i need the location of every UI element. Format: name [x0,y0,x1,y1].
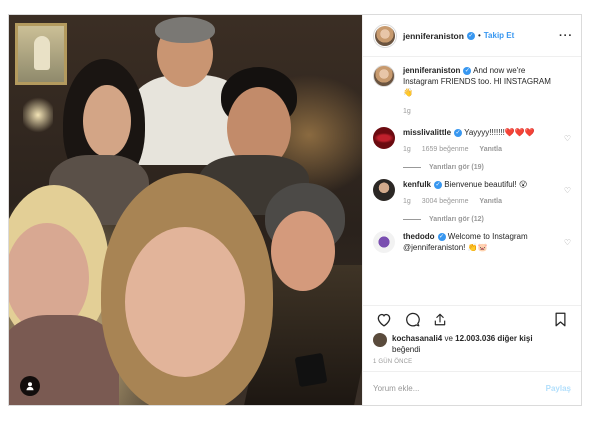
follow-button[interactable]: Takip Et [484,31,515,40]
verified-badge-icon: ✓ [434,180,443,189]
person-face [83,85,131,157]
comment-text: Bienvenue beautiful! 😮 [444,180,528,189]
author-username[interactable]: jenniferaniston [403,31,464,41]
comment-body: misslivalittle ✓ Yayyyy!!!!!!!❤️❤️❤️ 1g 1… [403,127,571,173]
like-comment-heart-icon[interactable]: ♡ [564,238,571,247]
comment-item: thedodo ✓ Welcome to Instagram @jennifera… [373,231,571,253]
action-bar [363,305,581,333]
comment-meta: 1g 3004 beğenme Yanıtla [403,196,557,207]
caption-meta: 1g [403,106,557,117]
post-container: jenniferaniston ✓ • Takip Et ··· jennife… [8,14,582,406]
comment-avatar[interactable] [373,127,395,149]
like-comment-heart-icon[interactable]: ♡ [564,134,571,143]
comment-username[interactable]: thedodo [403,232,435,241]
comment-meta: 1g 1659 beğenme Yanıtla [403,144,557,155]
reply-button[interactable]: Yanıtla [479,198,502,205]
more-options-button[interactable]: ··· [559,30,573,42]
caption-avatar[interactable] [373,65,395,87]
caption-age: 1g [403,108,411,115]
comment-item: misslivalittle ✓ Yayyyy!!!!!!!❤️❤️❤️ 1g 1… [373,127,571,173]
likes-text: kochasanali4 ve 12.003.036 diğer kişi be… [392,333,533,355]
person-face [125,227,245,377]
wall-painting [15,23,67,85]
comment-text: Yayyyy!!!!!!!❤️❤️❤️ [464,128,535,137]
comment-body: kenfulk ✓ Bienvenue beautiful! 😮 1g 3004 … [403,179,571,225]
likes-count[interactable]: 12.003.036 diğer kişi [455,334,532,343]
comment-age: 1g [403,198,411,205]
heart-icon [377,313,391,327]
likes-summary: kochasanali4 ve 12.003.036 diğer kişi be… [363,333,581,359]
author-avatar[interactable] [373,23,397,48]
verified-badge-icon: ✓ [437,232,446,241]
comment-avatar[interactable] [373,231,395,253]
comment-icon [405,312,420,327]
avatar-image [375,25,395,46]
save-button[interactable] [549,309,571,331]
like-button[interactable] [373,309,395,331]
comment-body: thedodo ✓ Welcome to Instagram @jennifera… [403,231,571,253]
post-timestamp[interactable]: 1 GÜN ÖNCE [363,359,581,371]
likes-suffix: beğendi [392,345,421,354]
liker-username[interactable]: kochasanali4 [392,334,442,343]
likes-connector: ve [444,334,453,343]
verified-badge-icon: ✓ [454,128,463,137]
comment-likes[interactable]: 1659 beğenme [422,146,469,153]
comment-avatar[interactable] [373,179,395,201]
verified-badge-icon: ✓ [463,66,472,75]
lamp-glow [23,95,53,135]
reply-button[interactable]: Yanıtla [479,146,502,153]
comment-input[interactable] [373,384,546,393]
share-button[interactable] [429,309,451,331]
share-icon [434,313,446,326]
caption: jenniferaniston ✓ And now we're Instagram… [373,65,571,117]
bookmark-icon [555,312,565,327]
verified-badge-icon: ✓ [466,31,475,40]
add-comment-bar: Paylaş [363,371,581,405]
comment-username[interactable]: misslivalittle [403,128,451,137]
tagged-users-button[interactable] [20,376,40,396]
comments-list: jenniferaniston ✓ And now we're Instagram… [363,57,581,305]
post-sidebar: jenniferaniston ✓ • Takip Et ··· jennife… [362,15,581,405]
caption-username[interactable]: jenniferaniston [403,66,460,75]
separator-dot: • [477,31,481,40]
liker-avatar[interactable] [373,333,387,347]
comment-item: kenfulk ✓ Bienvenue beautiful! 😮 1g 3004 … [373,179,571,225]
person-hair [155,17,215,43]
comment-username[interactable]: kenfulk [403,180,431,189]
post-header: jenniferaniston ✓ • Takip Et ··· [363,15,581,57]
caption-body: jenniferaniston ✓ And now we're Instagram… [403,65,571,117]
post-comment-button[interactable]: Paylaş [546,384,571,393]
view-replies-button[interactable]: Yanıtları gör (19) [403,162,557,173]
phone-on-table [294,352,328,388]
comment-likes[interactable]: 3004 beğenme [422,198,469,205]
person-face [271,211,335,291]
view-replies-button[interactable]: Yanıtları gör (12) [403,214,557,225]
user-tag-icon [26,382,34,391]
comment-button[interactable] [401,309,423,331]
post-photo[interactable] [9,15,362,405]
like-comment-heart-icon[interactable]: ♡ [564,186,571,195]
comment-age: 1g [403,146,411,153]
